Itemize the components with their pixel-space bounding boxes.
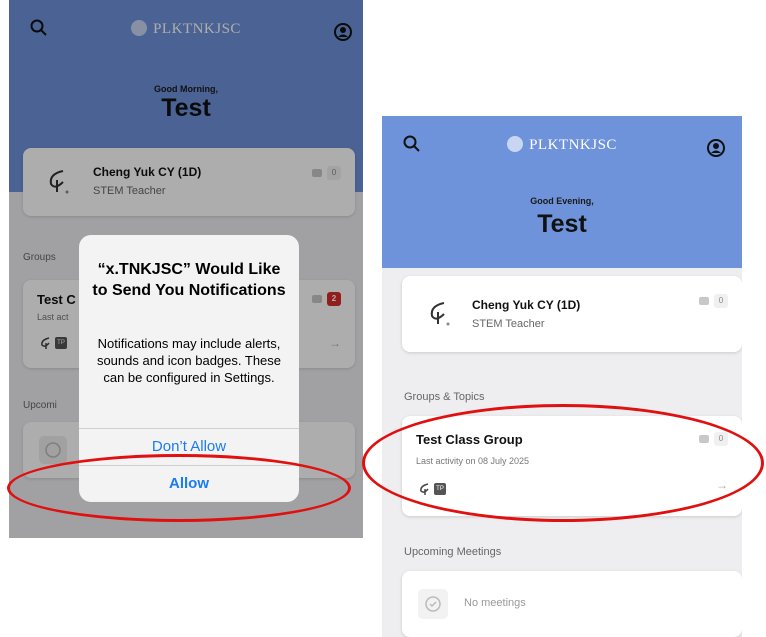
app-brand: PLKTNKJSC xyxy=(382,136,742,154)
teacher-name: Cheng Yuk CY (1D) xyxy=(472,298,581,312)
no-meetings-text: No meetings xyxy=(464,597,526,609)
brand-text: PLKTNKJSC xyxy=(529,137,617,153)
teacher-logo-icon xyxy=(430,302,450,326)
highlight-ring-group xyxy=(362,404,764,522)
groups-section-label: Groups & Topics xyxy=(404,391,485,403)
count-badge: 0 xyxy=(714,294,728,308)
teacher-card[interactable]: Cheng Yuk CY (1D) STEM Teacher 0 xyxy=(402,276,742,352)
alert-message: Notifications may include alerts, sounds… xyxy=(96,336,282,385)
message-count: 0 xyxy=(699,294,728,308)
teacher-role: STEM Teacher xyxy=(472,318,545,330)
chat-icon xyxy=(699,297,709,305)
meetings-section-label: Upcoming Meetings xyxy=(404,546,502,558)
meetings-card: No meetings xyxy=(402,571,742,637)
school-seal-icon xyxy=(507,136,524,152)
right-phone-screen: PLKTNKJSC Good Evening, Test Cheng Yuk C… xyxy=(382,116,742,637)
highlight-ring-allow xyxy=(7,454,351,522)
user-name: Test xyxy=(537,210,587,238)
greeting: Good Evening, xyxy=(530,196,594,206)
profile-icon[interactable] xyxy=(706,138,726,158)
check-circle-icon xyxy=(418,589,448,619)
alert-title: “x.TNKJSC” Would Like to Send You Notifi… xyxy=(92,261,286,299)
top-bar: PLKTNKJSC xyxy=(382,116,742,172)
